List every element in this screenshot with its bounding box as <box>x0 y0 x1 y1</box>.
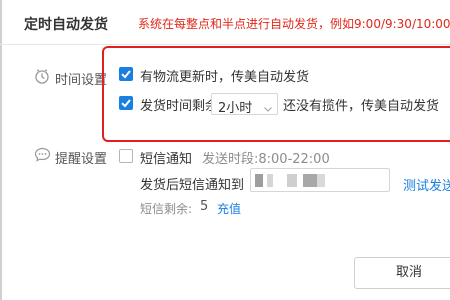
test-send-link[interactable]: 测试发送 <box>403 175 450 194</box>
recharge-link[interactable]: 充值 <box>217 200 241 217</box>
notify-after-label: 发货后短信通知到 <box>140 178 245 193</box>
checkmark-icon <box>121 99 131 108</box>
logistics-update-label: 有物流更新时，传美自动发货 <box>140 70 310 85</box>
logistics-update-checkbox[interactable] <box>119 67 133 81</box>
sms-remaining-count: 5 <box>200 199 209 214</box>
auto-ship-notice: 系统在每整点和半点进行自动发货，例如9:00/9:30/10:00 <box>138 17 450 31</box>
sms-notify-checkbox[interactable] <box>119 149 133 163</box>
redacted-block <box>267 174 273 187</box>
checkmark-icon <box>121 70 131 79</box>
dialog-title: 定时自动发货 <box>24 17 108 33</box>
redacted-block <box>317 174 325 187</box>
remaining-time-checkbox[interactable] <box>119 96 133 110</box>
redacted-block <box>255 174 263 187</box>
chat-bubble-icon <box>34 147 51 166</box>
chevron-down-icon <box>263 99 273 118</box>
duration-select[interactable]: 2小时 <box>211 93 278 118</box>
redacted-block <box>303 174 317 187</box>
duration-value: 2小时 <box>218 101 253 116</box>
left-border <box>0 0 2 300</box>
auto-ship-dialog: 定时自动发货 系统在每整点和半点进行自动发货，例如9:00/9:30/10:00… <box>0 0 450 300</box>
clock-icon <box>34 68 50 88</box>
sms-notify-label: 短信通知 <box>140 152 193 167</box>
time-settings-label: 时间设置 <box>55 73 108 88</box>
remaining-time-prefix: 发货时间剩余 <box>140 99 219 114</box>
reminder-settings-label: 提醒设置 <box>55 152 108 167</box>
phone-number-field[interactable] <box>250 168 390 192</box>
sms-remaining-label: 短信剩余: <box>140 202 193 216</box>
remaining-time-suffix: 还没有揽件，传美自动发货 <box>283 99 440 114</box>
redacted-block <box>287 174 297 187</box>
dialog-header: 定时自动发货 系统在每整点和半点进行自动发货，例如9:00/9:30/10:00 <box>0 0 450 45</box>
sms-send-period: 发送时段:8:00-22:00 <box>202 152 330 167</box>
cancel-button[interactable]: 取消 <box>354 257 450 289</box>
